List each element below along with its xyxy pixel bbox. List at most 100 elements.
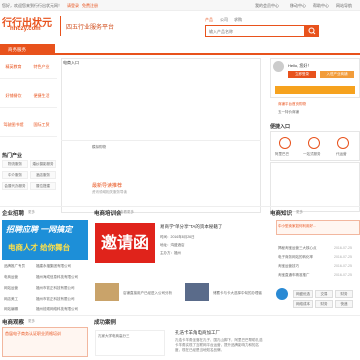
job-title[interactable]: 电商运营 (4, 275, 18, 280)
mobile-center-link[interactable]: 移动中心 (290, 3, 306, 9)
job-company[interactable]: 福州市钦正科技有限公司 (36, 286, 75, 291)
alibaba-icon[interactable] (279, 137, 291, 149)
search-tab-buying[interactable]: 求购 (234, 17, 242, 23)
training-card-title[interactable]: 易商学“单分享”TA的资本秘籍了 (160, 224, 222, 230)
job-company[interactable]: 福州市钦正科技有限公司 (36, 297, 75, 302)
tool-button[interactable]: 网盛优选 (293, 290, 313, 298)
case-description: 孔浩卡羊角坐落在孔子、国孔山脚下，阿里巴巴帮助孔浩卡羊角实现了互联网平台运营，提… (175, 338, 263, 352)
promo-text: 首届电子商务认证职业资格培训 (5, 331, 61, 336)
knowledge-more-link[interactable]: 更多 (296, 210, 303, 215)
knowledge-date: 2016-07-25 (334, 246, 352, 250)
search-button[interactable] (305, 25, 319, 37)
register-link[interactable]: 免费注册 (82, 3, 98, 9)
recruit-banner[interactable]: 招聘应聘 一网搞定 电商人才 给你舞台 (2, 220, 88, 260)
cases-title: 成功案例 (94, 320, 117, 326)
category-item[interactable]: 好铺餐饮 (0, 86, 27, 104)
job-title[interactable]: 网店美工 (4, 297, 18, 302)
hot-industry-title: 热门产业 (2, 153, 23, 159)
divider (61, 140, 261, 141)
knowledge-title: 电商知识 (270, 211, 293, 217)
site-logo[interactable]: 行行出状元 hhczy.com (2, 14, 58, 39)
category-item[interactable]: 驾驶图书馆 (0, 115, 27, 133)
divider (0, 136, 57, 137)
news-thumbnail[interactable] (185, 283, 209, 301)
job-company[interactable]: 福州海成信息科技有限公司 (36, 275, 78, 280)
knowledge-item[interactable]: 淘宝直通车精准推广 (278, 273, 310, 278)
login-link[interactable]: 请登录 (67, 3, 79, 9)
login-button[interactable]: 立即登录 (288, 71, 316, 78)
quick-entry-title: 便捷入口 (270, 124, 291, 130)
divider (0, 315, 360, 316)
right-link[interactable]: 商铺平台首页购物 (278, 102, 306, 107)
training-address: 地址：鸿盛酒店 (160, 243, 185, 247)
featured-guide-title[interactable]: 最新导读推荐 (92, 182, 122, 189)
knowledge-item[interactable]: 电子商务网站的转化率 (278, 255, 313, 260)
knowledge-date: 2016-07-25 (334, 255, 352, 259)
category-item[interactable]: 国际工贸 (28, 115, 55, 133)
site-nav-link[interactable]: 网站导航 (336, 3, 352, 9)
logo-domain: hhczy.com (10, 26, 41, 32)
recruit-title: 企业招聘 (2, 211, 25, 217)
case-heading[interactable]: 孔浩卡羊角电商加工厂 (175, 330, 220, 336)
news-thumbnail[interactable] (95, 283, 119, 301)
one-stop-icon[interactable] (308, 137, 320, 149)
category-item[interactable]: 便捷生活 (28, 86, 55, 104)
recruit-more-link[interactable]: 更多 (28, 210, 35, 215)
hot-tag[interactable]: 展位搭建 (30, 182, 56, 190)
job-title[interactable]: 网站编辑 (4, 307, 18, 312)
banner-line-1: 招聘应聘 一网搞定 (6, 225, 73, 234)
entry-label: 阿里巴巴 (275, 152, 289, 156)
training-time: 时间：2016年8月26日 (160, 235, 195, 239)
training-host: 主办方：福州 (160, 251, 181, 255)
job-title[interactable]: 品牌推广专员 (4, 264, 25, 269)
main-content (61, 58, 261, 213)
tool-button[interactable]: 交易 (315, 290, 333, 298)
category-grid: 精英教育 特色产业 好铺餐饮 便捷生活 驾驶图书馆 国际工贸 (0, 57, 57, 140)
tool-button[interactable]: 网络成本 (293, 300, 313, 308)
training-news[interactable]: 储蓄卡与卡大选择中旬的办理者 (213, 291, 262, 296)
training-title: 电商培训会 (94, 211, 122, 217)
right-link[interactable]: 五一特价商铺 (278, 110, 299, 115)
hot-tag[interactable]: 物流服务 (2, 160, 28, 168)
banner-line-2: 电商人才 给你舞台 (8, 243, 71, 252)
job-company[interactable]: 福建永福集团有限公司 (36, 264, 71, 269)
welcome-text: 您好，欢迎您来到行行出状元网！ (2, 3, 62, 8)
hot-tag[interactable]: 酒店服务 (30, 171, 56, 179)
tools-icon (276, 288, 288, 300)
tool-button[interactable]: 快递 (335, 300, 353, 308)
tool-button[interactable]: 财务 (315, 300, 333, 308)
register-store-button[interactable]: 入驻产业商铺 (320, 71, 354, 78)
training-news[interactable]: 店铺直接用户已经进入公司分析 (123, 291, 172, 296)
promo-more-link[interactable]: 更多 (28, 319, 35, 324)
case-title: 孔家大学电商高分三 (98, 334, 130, 338)
search-input[interactable] (206, 26, 296, 36)
invitation-banner[interactable]: 邀请函 (95, 223, 155, 263)
divider (0, 206, 360, 207)
search-icon (308, 27, 316, 35)
ecommerce-entry-label: 电商入口 (63, 60, 79, 65)
training-more-link[interactable]: 查看更多 (120, 210, 134, 215)
promo-title: 电商观察 (2, 320, 25, 326)
search-tab-company[interactable]: 公司 (220, 17, 228, 23)
site-slogan: 四五行业服务平台 (66, 25, 115, 31)
category-item[interactable]: 特色产业 (28, 57, 55, 75)
hot-tag[interactable]: 会展代办服务 (2, 182, 28, 190)
member-center-link[interactable]: 我的会员中心 (255, 3, 279, 9)
avatar (273, 61, 284, 72)
search-box (205, 25, 305, 37)
category-item[interactable]: 精英教育 (0, 57, 27, 75)
nav-item-business[interactable]: 商务服务 (0, 44, 55, 55)
job-title[interactable]: 网站运营 (4, 286, 18, 291)
knowledge-item[interactable]: 揭秘淘宝运营三大核心点 (278, 246, 317, 251)
search-tab-product[interactable]: 产品 (205, 17, 213, 23)
knowledge-item[interactable]: 淘宝运营技巧 (278, 264, 299, 269)
tool-button[interactable]: 财务 (335, 290, 353, 298)
simulate-shopping-label: 模拟购物 (92, 145, 106, 149)
hot-tag[interactable]: 婚纱摄影服务 (30, 160, 56, 168)
right-blank-panel (270, 162, 360, 212)
operation-icon[interactable] (337, 137, 349, 149)
help-center-link[interactable]: 帮助中心 (313, 3, 329, 9)
divider (0, 107, 57, 108)
job-company[interactable]: 福州炫硕网络科技有限公司 (36, 307, 78, 312)
hot-tag[interactable]: 中介服务 (2, 171, 28, 179)
